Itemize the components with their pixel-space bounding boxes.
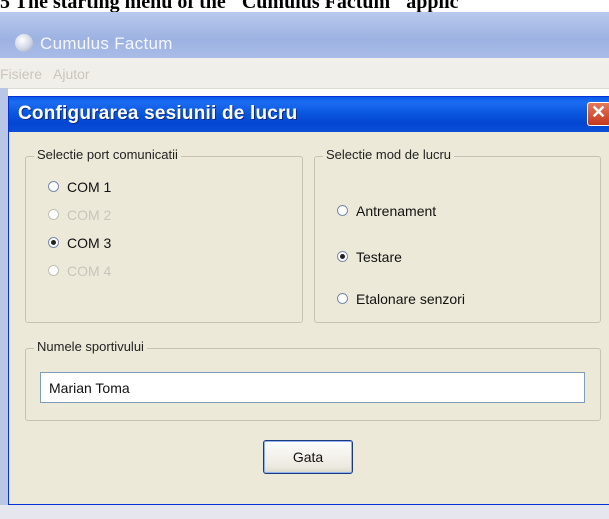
radio-com1-label: COM 1 bbox=[67, 179, 112, 195]
radio-etalonare-circle[interactable] bbox=[337, 293, 348, 304]
port-group-label: Selectie port comunicatii bbox=[34, 147, 181, 162]
radio-testare-label: Testare bbox=[356, 249, 402, 265]
mode-group: Selectie mod de lucru Antrenament Testar… bbox=[314, 147, 601, 323]
radio-com4-label: COM 4 bbox=[67, 263, 112, 279]
athlete-name-input[interactable] bbox=[40, 372, 585, 403]
radio-com3-circle[interactable] bbox=[48, 237, 59, 248]
figure-caption: 5 The starting menu of the "Cumulus Fact… bbox=[0, 0, 459, 12]
app-menubar: Fisiere Ajutor bbox=[0, 58, 609, 89]
gata-button[interactable]: Gata bbox=[263, 440, 353, 474]
radio-testare-dot bbox=[340, 254, 345, 259]
athlete-name-group: Numele sportivului bbox=[25, 339, 601, 421]
close-icon: ✕ bbox=[591, 102, 607, 122]
athlete-name-label: Numele sportivului bbox=[34, 339, 147, 354]
dialog-titlebar[interactable]: Configurarea sesiunii de lucru ✕ bbox=[9, 97, 609, 132]
radio-etalonare-label: Etalonare senzori bbox=[356, 291, 465, 307]
menu-ajutor[interactable]: Ajutor bbox=[53, 66, 90, 82]
app-title: Cumulus Factum bbox=[40, 34, 173, 53]
port-group: Selectie port comunicatii COM 1 COM 2 CO… bbox=[25, 147, 303, 323]
radio-com2-label: COM 2 bbox=[67, 207, 112, 223]
app-logo-icon bbox=[15, 34, 33, 52]
dialog-title: Configurarea sesiunii de lucru bbox=[18, 103, 298, 124]
radio-com3-dot bbox=[51, 240, 56, 245]
menu-fisiere[interactable]: Fisiere bbox=[0, 66, 42, 82]
radio-antrenament-circle[interactable] bbox=[337, 205, 348, 216]
radio-testare-circle[interactable] bbox=[337, 251, 348, 262]
radio-com1-circle[interactable] bbox=[48, 181, 59, 192]
radio-com3-label: COM 3 bbox=[67, 235, 112, 251]
mode-group-label: Selectie mod de lucru bbox=[323, 147, 455, 162]
app-titlebar: Cumulus Factum bbox=[0, 12, 609, 58]
close-button[interactable]: ✕ bbox=[587, 102, 609, 126]
radio-antrenament-label: Antrenament bbox=[356, 203, 437, 219]
radio-com4-circle bbox=[48, 265, 59, 276]
app-frame-bottom bbox=[0, 505, 609, 519]
radio-com2-circle bbox=[48, 209, 59, 220]
session-config-dialog: Configurarea sesiunii de lucru ✕ Selecti… bbox=[8, 96, 609, 505]
app-frame-left bbox=[0, 88, 8, 519]
